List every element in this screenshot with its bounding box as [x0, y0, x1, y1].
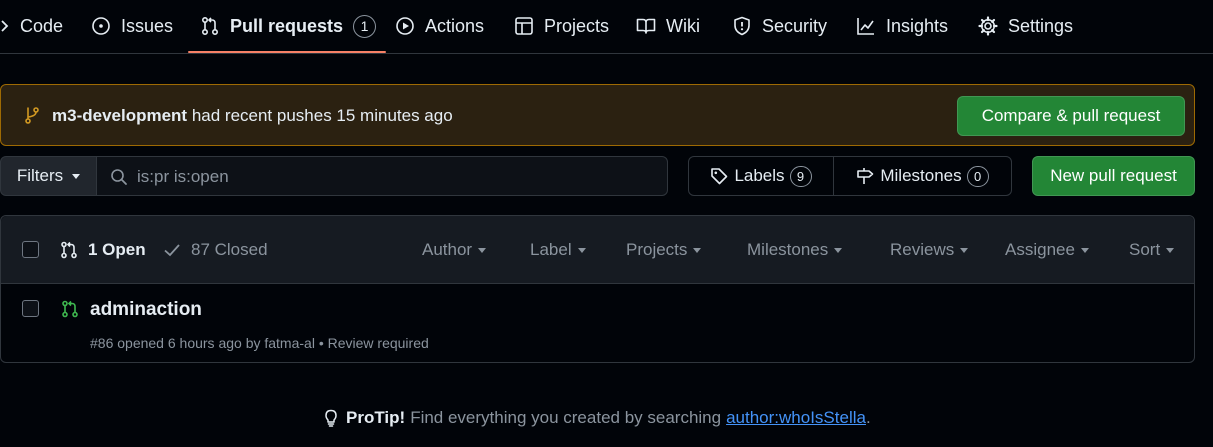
recent-pushes-message: m3-development had recent pushes 15 minu…: [52, 105, 453, 127]
git-pull-request-icon: [201, 16, 219, 36]
author-filter[interactable]: Author: [422, 240, 487, 260]
shield-icon: [734, 16, 750, 36]
tab-label: Security: [762, 15, 828, 36]
light-bulb-icon: [325, 409, 337, 427]
chevron-down-icon: [1080, 247, 1089, 253]
tab-label: Actions: [425, 15, 485, 36]
gear-icon: [978, 16, 998, 36]
projects-filter[interactable]: Projects: [626, 240, 702, 260]
issue-opened-icon: [92, 17, 110, 35]
recent-pushes-text: had recent pushes 15 minutes ago: [187, 106, 453, 125]
git-pull-request-icon: [61, 241, 77, 259]
new-pull-request-button[interactable]: New pull request: [1032, 156, 1195, 196]
milestones-button[interactable]: Milestones 0: [833, 157, 1011, 195]
tab-settings[interactable]: Settings: [978, 0, 1073, 52]
chevron-down-icon: [1166, 247, 1175, 253]
filters-button[interactable]: Filters: [0, 156, 97, 196]
list-header: 1 Open 87 Closed Author Label Projects M…: [1, 216, 1194, 284]
open-count-label: 1 Open: [88, 240, 146, 259]
play-icon: [396, 17, 414, 35]
label-filter[interactable]: Label: [530, 240, 586, 260]
tab-projects[interactable]: Projects: [514, 0, 609, 52]
closed-filter[interactable]: 87 Closed: [163, 240, 268, 260]
chevron-down-icon: [72, 173, 81, 179]
chevron-down-icon: [577, 247, 586, 253]
milestones-label: Milestones: [880, 166, 962, 185]
sort-filter[interactable]: Sort: [1129, 240, 1175, 260]
row-checkbox[interactable]: [22, 300, 39, 317]
tab-pull-requests[interactable]: Pull requests 1: [187, 0, 387, 53]
closed-count-label: 87 Closed: [191, 240, 268, 259]
milestones-count-badge: 0: [966, 165, 989, 187]
author-filter-label: Author: [422, 240, 473, 259]
filters-label: Filters: [16, 166, 64, 185]
protip-trailing: .: [865, 408, 871, 427]
labels-count-badge: 9: [789, 165, 812, 187]
select-all-checkbox[interactable]: [22, 241, 39, 258]
branch-name[interactable]: m3-development: [52, 106, 187, 125]
protip: ProTip! Find everything you created by s…: [322, 408, 871, 428]
pull-request-meta: #86 opened 6 hours ago by fatma-al • Rev…: [90, 335, 429, 351]
tag-icon: [711, 168, 728, 185]
tab-label: Projects: [544, 15, 610, 36]
projects-filter-label: Projects: [626, 240, 688, 259]
table-icon: [515, 17, 533, 35]
reviews-filter[interactable]: Reviews: [890, 240, 969, 260]
pull-request-row: adminaction #86 opened 6 hours ago by fa…: [1, 285, 1194, 363]
tab-label: Insights: [886, 15, 949, 36]
pull-request-count-badge: 1: [353, 14, 377, 38]
open-filter[interactable]: 1 Open: [60, 240, 146, 260]
chevron-down-icon: [834, 247, 843, 253]
tab-label: Code: [20, 15, 64, 36]
tab-label: Wiki: [666, 15, 700, 36]
pull-request-title-link[interactable]: adminaction: [90, 299, 202, 321]
pull-request-list: 1 Open 87 Closed Author Label Projects M…: [0, 215, 1195, 363]
search-input[interactable]: [137, 165, 637, 189]
milestone-icon: [857, 168, 874, 184]
protip-search-link[interactable]: author:whoIsStella: [726, 408, 866, 428]
sort-filter-label: Sort: [1129, 240, 1161, 259]
tab-actions[interactable]: Actions: [395, 0, 484, 52]
tab-label: Settings: [1008, 15, 1074, 36]
reviews-filter-label: Reviews: [890, 240, 955, 259]
chevron-down-icon: [693, 247, 702, 253]
chevron-down-icon: [478, 247, 487, 253]
tab-label: Issues: [121, 15, 174, 36]
labels-milestones-group: Labels 9 Milestones 0: [688, 156, 1012, 196]
search-field[interactable]: [96, 156, 668, 196]
label-filter-label: Label: [530, 240, 572, 259]
graph-icon: [857, 18, 874, 35]
chevron-down-icon: [960, 247, 969, 253]
check-icon: [164, 244, 180, 257]
assignee-filter-label: Assignee: [1005, 240, 1075, 259]
repo-nav: Code Issues Pull requests 1 Actions Proj…: [0, 0, 1213, 54]
git-pull-request-open-icon: [62, 300, 78, 318]
tab-security[interactable]: Security: [732, 0, 827, 52]
assignee-filter[interactable]: Assignee: [1005, 240, 1089, 260]
chevron-right-icon: [1, 20, 9, 32]
protip-lead: ProTip!: [346, 408, 406, 427]
labels-label: Labels: [734, 166, 785, 185]
search-icon: [111, 169, 127, 185]
git-branch-icon: [25, 107, 39, 124]
tab-insights[interactable]: Insights: [856, 0, 948, 52]
labels-button[interactable]: Labels 9: [689, 157, 833, 195]
tab-code[interactable]: Code: [0, 0, 63, 52]
protip-text: Find everything you created by searching: [410, 408, 722, 427]
book-icon: [636, 18, 656, 34]
tab-wiki[interactable]: Wiki: [636, 0, 700, 52]
milestones-filter[interactable]: Milestones: [747, 240, 843, 260]
compare-pull-request-button[interactable]: Compare & pull request: [957, 96, 1185, 136]
milestones-filter-label: Milestones: [747, 240, 829, 259]
tab-label: Pull requests: [230, 15, 344, 36]
tab-issues[interactable]: Issues: [91, 0, 173, 52]
recent-pushes-banner: m3-development had recent pushes 15 minu…: [0, 84, 1195, 146]
